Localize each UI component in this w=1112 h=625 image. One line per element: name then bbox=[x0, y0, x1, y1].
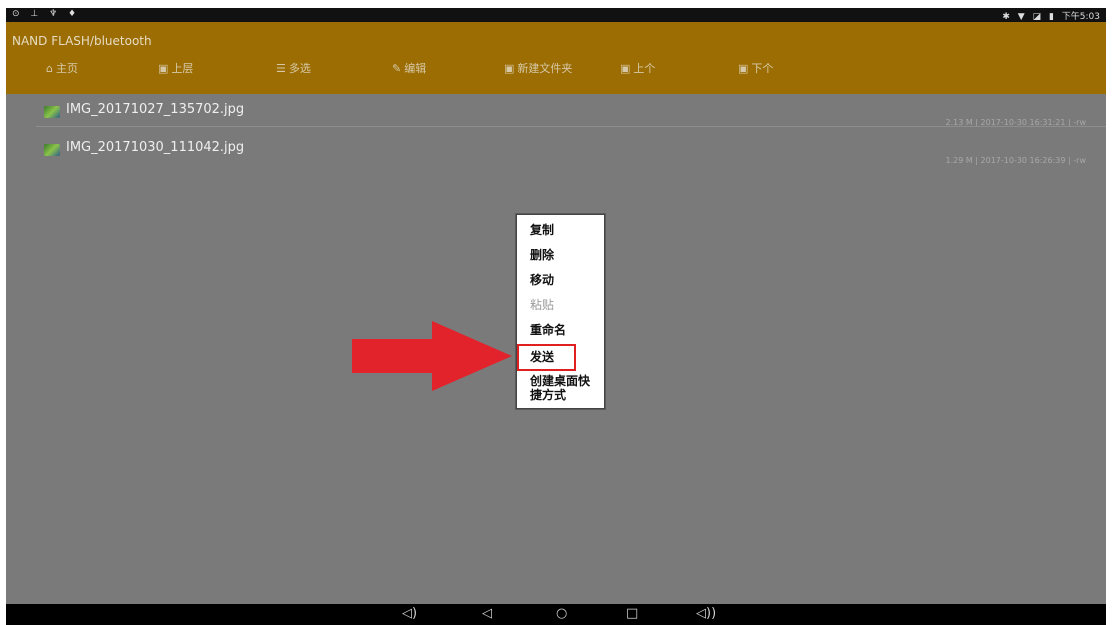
current-path: NAND FLASH/bluetooth bbox=[12, 34, 152, 48]
menu-item-copy[interactable]: 复制 bbox=[530, 223, 554, 237]
folder-up-icon: ▣ bbox=[158, 62, 169, 75]
menu-item-paste: 粘贴 bbox=[530, 298, 555, 312]
new-folder-icon: ▣ bbox=[504, 62, 515, 75]
multiselect-icon: ☰ bbox=[276, 62, 286, 75]
next-button[interactable]: ▣ 下个 bbox=[738, 60, 773, 76]
file-row[interactable]: IMG_20171030_111042.jpg 1.29 M | 2017-10… bbox=[6, 132, 1106, 172]
row-divider bbox=[36, 126, 1106, 127]
status-time: 下午5:03 bbox=[1061, 12, 1100, 22]
home-icon: ⌂ bbox=[46, 62, 53, 75]
menu-item-create-shortcut[interactable]: 创建桌面快 bbox=[530, 374, 590, 388]
menu-item-create-shortcut-line2[interactable]: 捷方式 bbox=[530, 388, 566, 402]
volume-down-icon[interactable]: ◁) bbox=[402, 606, 417, 621]
file-row[interactable]: IMG_20171027_135702.jpg 2.13 M | 2017-10… bbox=[6, 94, 1106, 134]
next-icon: ▣ bbox=[738, 62, 749, 75]
file-name: IMG_20171027_135702.jpg bbox=[66, 102, 245, 117]
file-name: IMG_20171030_111042.jpg bbox=[66, 140, 245, 155]
context-menu: 复制 删除 移动 粘贴 重命名 发送 创建桌面快 捷方式 bbox=[516, 214, 605, 409]
menu-item-rename[interactable]: 重命名 bbox=[530, 323, 566, 337]
recents-icon[interactable]: □ bbox=[626, 606, 638, 621]
title-bar: NAND FLASH/bluetooth ⌂ 主页 ▣ 上层 ☰ 多选 ✎ 编辑 ▣ 新建… bbox=[6, 22, 1106, 94]
back-icon[interactable]: ◁ bbox=[482, 606, 492, 621]
sim-icon: ◪ bbox=[1032, 12, 1042, 22]
red-arrow-icon bbox=[352, 321, 512, 391]
file-meta: 1.29 M | 2017-10-30 16:26:39 | -rw bbox=[945, 156, 1086, 165]
app-screen: ⊙ ⊥ ♆ ♦ ✱ ▼ ◪ ▮ 下午5:03 NAND FLASH/blueto… bbox=[6, 8, 1106, 625]
image-thumbnail-icon bbox=[44, 144, 60, 156]
notification-icons: ⊙ ⊥ ♆ ♦ bbox=[12, 9, 81, 19]
image-thumbnail-icon bbox=[44, 106, 60, 118]
home-button[interactable]: ⌂ 主页 bbox=[46, 60, 78, 76]
nav-bar: ◁) ◁ ○ □ ◁)) bbox=[6, 604, 1106, 625]
edit-button[interactable]: ✎ 编辑 bbox=[392, 60, 426, 76]
battery-icon: ▮ bbox=[1048, 12, 1054, 22]
multiselect-button[interactable]: ☰ 多选 bbox=[276, 60, 311, 76]
previous-button[interactable]: ▣ 上个 bbox=[620, 60, 655, 76]
status-bar: ⊙ ⊥ ♆ ♦ ✱ ▼ ◪ ▮ 下午5:03 bbox=[6, 8, 1106, 22]
volume-up-icon[interactable]: ◁)) bbox=[696, 606, 716, 621]
send-highlight-box bbox=[517, 344, 576, 371]
previous-icon: ▣ bbox=[620, 62, 631, 75]
new-folder-button[interactable]: ▣ 新建文件夹 bbox=[504, 60, 572, 76]
parent-folder-button[interactable]: ▣ 上层 bbox=[158, 60, 193, 76]
toolbar: ⌂ 主页 ▣ 上层 ☰ 多选 ✎ 编辑 ▣ 新建文件夹 ▣ 上个 ▣ 下个 bbox=[6, 60, 1106, 80]
edit-icon: ✎ bbox=[392, 62, 402, 75]
bluetooth-icon: ✱ bbox=[1002, 12, 1010, 22]
menu-item-delete[interactable]: 删除 bbox=[530, 248, 554, 262]
home-nav-icon[interactable]: ○ bbox=[556, 606, 567, 621]
menu-item-move[interactable]: 移动 bbox=[530, 273, 554, 287]
wifi-icon: ▼ bbox=[1017, 12, 1025, 22]
